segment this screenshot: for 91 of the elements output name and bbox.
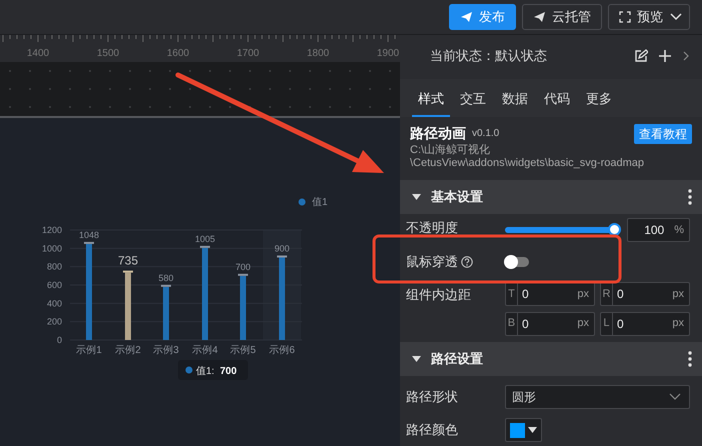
color-picker[interactable] — [505, 418, 542, 442]
data-label: 735 — [118, 254, 138, 268]
ruler-label: 1400 — [26, 48, 50, 59]
number-input[interactable]: 0 — [518, 285, 578, 303]
number-input[interactable]: 100 — [628, 221, 674, 239]
edit-icon — [634, 49, 648, 63]
widget-path: \CetusView\addons\widgets\basic_svg-roadmap — [410, 157, 645, 170]
bar-cap — [238, 274, 248, 276]
side-label: L — [601, 312, 613, 334]
plus-icon — [658, 49, 672, 63]
tab[interactable]: 交互 — [454, 80, 492, 117]
widget-version: v0.1.0 — [472, 127, 500, 141]
ruler-label: 1500 — [96, 48, 120, 59]
data-label: 900 — [274, 244, 290, 254]
unit-label: % — [674, 222, 685, 238]
data-label: 580 — [158, 272, 174, 283]
axis-tick-label: 600 — [46, 280, 62, 290]
axis-tick-label: 200 — [46, 316, 62, 327]
send-icon — [533, 11, 546, 23]
preview-button[interactable]: 预览 — [608, 4, 690, 30]
state-value: 默认状态 — [495, 47, 547, 66]
category-label: 示例6 — [269, 345, 295, 356]
bar-cap — [84, 242, 94, 244]
axis-tick-label: 1000 — [42, 243, 62, 254]
side-label: B — [506, 312, 518, 334]
ruler-label: 1700 — [236, 48, 260, 59]
field-label: 组件内边距 — [406, 286, 472, 304]
chart-tooltip — [178, 360, 248, 380]
axis-tick-label: 0 — [56, 335, 62, 345]
unit-label: px — [577, 286, 590, 302]
tab[interactable]: 样式 — [412, 80, 450, 117]
state-label: 当前状态： — [430, 47, 495, 66]
category-label: 示例3 — [153, 345, 179, 356]
unit-label: px — [672, 286, 685, 302]
chevron-down-icon — [669, 393, 681, 401]
more-icon — [688, 351, 692, 367]
tooltip-label: 值1: — [196, 366, 214, 377]
section-title: 基本设置 — [431, 188, 483, 206]
slider[interactable] — [505, 223, 622, 237]
send-icon — [460, 11, 473, 23]
fullscreen-icon — [619, 11, 631, 23]
tooltip-dot — [186, 366, 192, 374]
widget-path: C:\山海鲸可视化 — [410, 144, 492, 157]
data-label: 1048 — [78, 230, 100, 240]
unit-label: px — [672, 316, 685, 332]
tab[interactable]: 代码 — [538, 80, 576, 117]
tab[interactable]: 数据 — [496, 80, 534, 117]
field-label: 鼠标穿透 — [406, 253, 458, 272]
data-label: 700 — [235, 262, 251, 272]
padding-field[interactable]: R 0 px — [600, 282, 690, 306]
category-label: 示例4 — [192, 345, 218, 356]
data-label: 1005 — [194, 234, 216, 244]
field-label: 路径形状 — [406, 388, 459, 406]
category-label: 示例2 — [115, 345, 141, 356]
section-title: 路径设置 — [431, 350, 483, 368]
field-label: 路径颜色 — [406, 421, 459, 440]
ruler-label: 1600 — [166, 48, 190, 59]
number-input[interactable]: 0 — [612, 314, 672, 332]
padding-field[interactable]: B 0 px — [505, 312, 595, 336]
tab[interactable]: 更多 — [580, 80, 618, 117]
legend-label: 值1 — [312, 197, 328, 208]
tooltip-value: 700 — [220, 366, 237, 377]
category-label: 示例5 — [230, 345, 256, 356]
select-field[interactable]: 圆形 — [505, 385, 690, 409]
ruler-label: 1800 — [306, 48, 330, 59]
caret-icon — [528, 427, 537, 433]
side-label: T — [506, 283, 518, 305]
widget-title: 路径动画 — [410, 124, 466, 143]
more-icon — [688, 189, 692, 205]
category-label: 示例1 — [76, 345, 102, 356]
padding-field[interactable]: L 0 px — [600, 312, 690, 336]
number-input[interactable]: 0 — [518, 314, 578, 332]
chevron-icon — [682, 51, 690, 61]
bar-cap — [123, 270, 133, 273]
padding-field[interactable]: T 0 px — [505, 282, 595, 306]
bar-cap — [200, 246, 210, 248]
axis-tick-label: 1200 — [42, 225, 62, 235]
axis-tick-label: 400 — [46, 298, 62, 308]
number-input[interactable]: 0 — [612, 285, 672, 303]
number-field[interactable]: 100 % — [627, 218, 690, 242]
select-value: 圆形 — [511, 389, 536, 406]
ruler-label: 1900 — [376, 48, 400, 59]
caret-icon — [669, 12, 683, 22]
axis-tick-label: 800 — [46, 262, 62, 272]
unit-label: px — [577, 316, 590, 332]
cloud-button[interactable]: 云托管 — [522, 4, 602, 30]
toggle-switch[interactable] — [505, 257, 529, 267]
field-label: 不透明度 — [406, 219, 459, 237]
legend-dot — [298, 198, 306, 206]
bar-cap — [161, 284, 171, 287]
side-label: R — [601, 283, 613, 305]
